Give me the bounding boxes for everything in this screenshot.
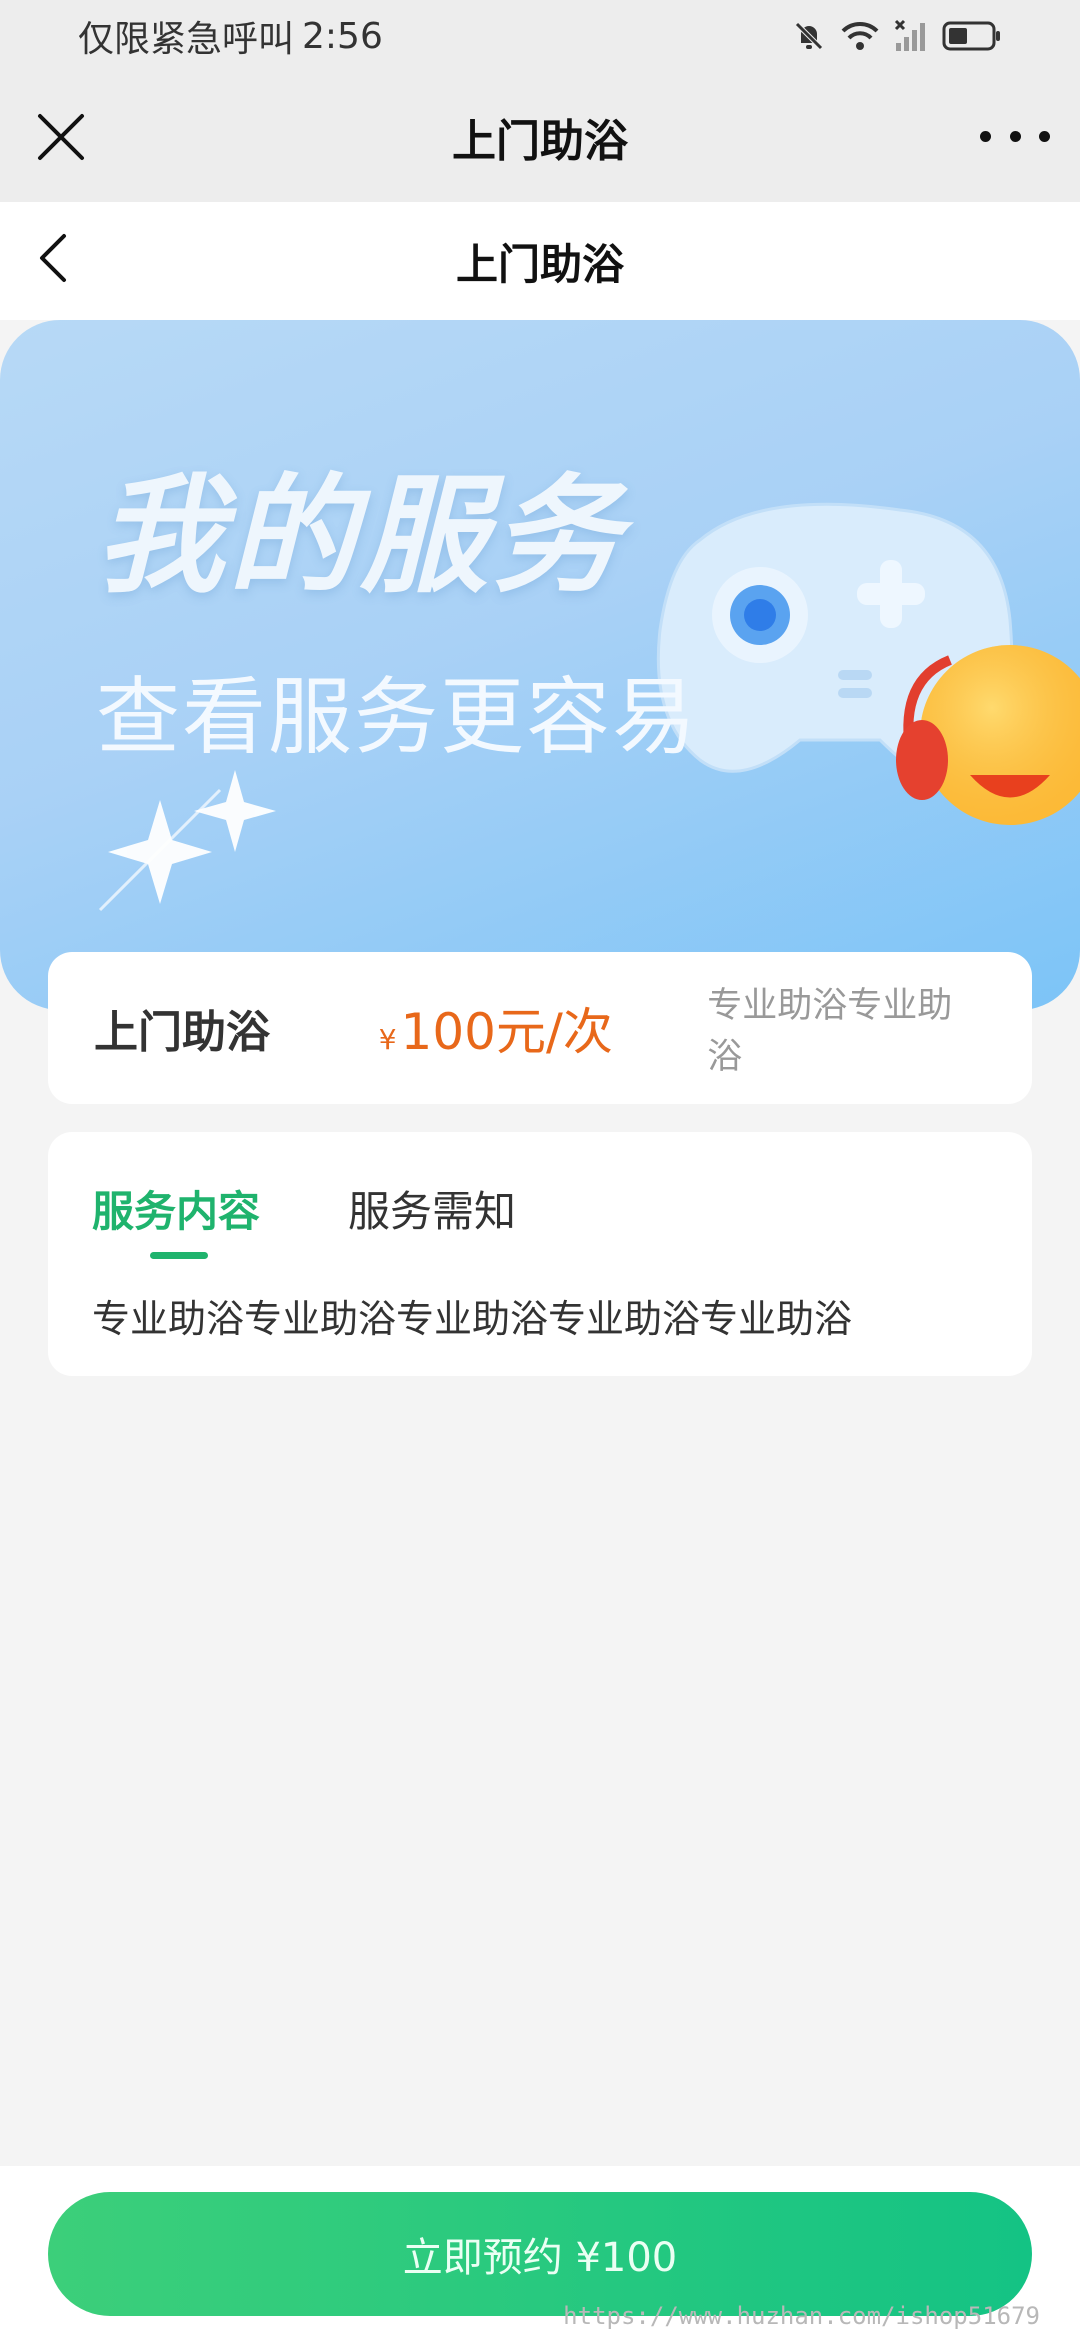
wechat-nav-bar: 上门助浴 [0, 72, 1080, 202]
more-icon[interactable] [980, 116, 1050, 156]
price-currency: ¥ [378, 1023, 397, 1056]
banner-title: 我的服务 [96, 462, 625, 611]
tab-service-notice[interactable]: 服务需知 [348, 1178, 516, 1239]
smiley-headset-icon [896, 645, 1080, 825]
service-content-text: 专业助浴专业助浴专业助浴专业助浴专业助浴 [92, 1297, 853, 1341]
active-tab-indicator [150, 1252, 208, 1259]
battery-icon [942, 21, 1000, 51]
status-left: 仅限紧急呼叫 2:56 [78, 10, 383, 62]
carrier-text: 仅限紧急呼叫 [78, 19, 295, 60]
mute-bell-icon [795, 22, 823, 50]
service-banner: 我的服务 查看服务更容易 [0, 320, 1080, 1010]
service-detail-card: 服务内容 服务需知 专业助浴专业助浴专业助浴专业助浴专业助浴 [48, 1132, 1032, 1376]
service-description: 专业助浴专业助浴 [707, 986, 953, 1077]
more-dot [1009, 130, 1021, 142]
wifi-icon [841, 21, 879, 50]
status-bar: 仅限紧急呼叫 2:56 [0, 0, 1080, 72]
back-icon[interactable] [28, 228, 88, 288]
service-name: 上门助浴 [94, 1007, 270, 1058]
more-dot [980, 130, 991, 142]
detail-tabs: 服务内容 服务需知 [92, 1132, 988, 1259]
sparkle-icon [108, 770, 276, 904]
more-dot [1039, 130, 1050, 142]
wechat-title: 上门助浴 [452, 116, 628, 167]
close-icon[interactable] [30, 106, 92, 168]
page-title: 上门助浴 [455, 239, 624, 289]
book-now-button[interactable]: 立即预约 ¥100 [48, 2192, 1032, 2316]
price-value: 100元/次 [400, 1003, 613, 1061]
signal-icon [894, 19, 925, 51]
banner-subtitle: 查看服务更容易 [96, 668, 699, 766]
tab-service-content[interactable]: 服务内容 [92, 1178, 260, 1239]
service-summary-card: 上门助浴 ¥ 100元/次 专业助浴专业助浴 [48, 952, 1032, 1104]
watermark: https://www.huzhan.com/ishop51679 [563, 2302, 1040, 2330]
status-icons [792, 19, 1002, 53]
status-time: 2:56 [302, 15, 383, 57]
service-price: ¥ 100元/次 [379, 992, 708, 1064]
page-header: 上门助浴 [0, 202, 1080, 320]
